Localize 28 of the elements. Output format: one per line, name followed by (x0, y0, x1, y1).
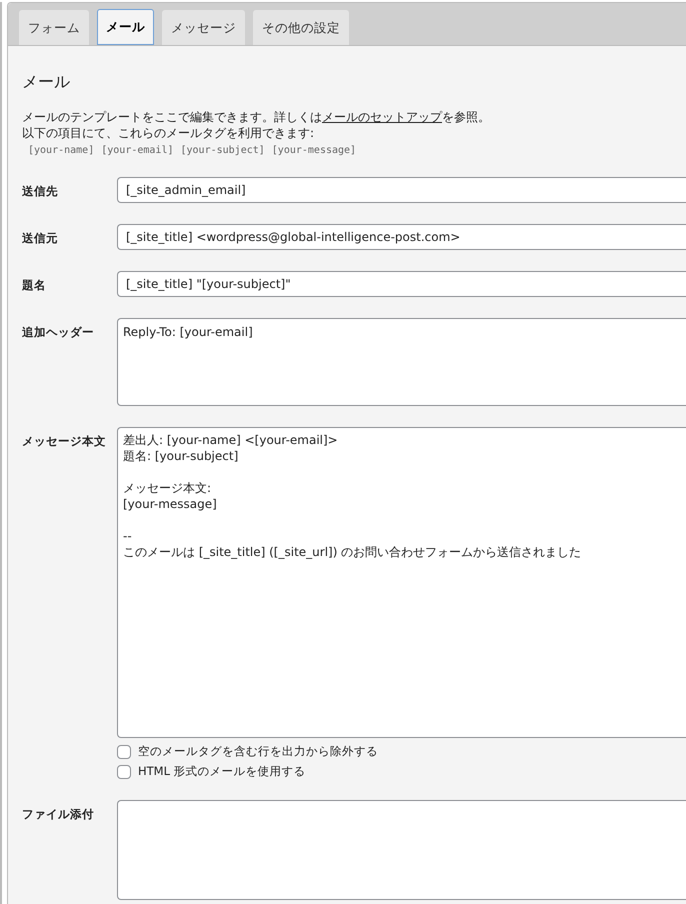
input-field[interactable]: [_site_title] <wordpress@global-intelligence-post.com> (117, 224, 686, 250)
tags-note: 以下の項目にて、これらのメールタグを利用できます: (22, 125, 316, 141)
tab[interactable]: メッセージ (162, 10, 245, 45)
checkbox-label: HTML 形式のメールを使用する (138, 764, 306, 779)
tab[interactable]: その他の設定 (253, 10, 349, 45)
setup-link[interactable]: メールのセットアップ (322, 110, 442, 124)
tab[interactable]: フォーム (19, 10, 89, 45)
tab[interactable]: メール (97, 9, 154, 45)
input-field[interactable]: [_site_title] "[your-subject]" (117, 271, 686, 297)
section-heading: メール (22, 72, 71, 93)
checkbox-label: 空のメールタグを含む行を出力から除外する (138, 744, 378, 759)
field-label: メッセージ本文 (22, 433, 107, 450)
input-field[interactable]: [_site_admin_email] (117, 177, 686, 203)
mail-tag: [your-email] (101, 145, 174, 156)
field-label: ファイル添付 (22, 806, 95, 823)
checkbox[interactable] (117, 764, 131, 778)
description-text: メールのテンプレートをここで編集できます。詳しくはメールのセットアップを参照。 (22, 109, 491, 125)
mail-tag: [your-subject] (180, 145, 265, 156)
textarea-field[interactable] (117, 800, 686, 900)
field-label: 送信先 (22, 183, 59, 200)
field-label: 追加ヘッダー (22, 324, 95, 341)
checkbox[interactable] (117, 744, 131, 758)
field-label: 題名 (22, 277, 47, 294)
textarea-field[interactable]: 差出人: [your-name] <[your-email]> 題名: [your-subject] メッセージ本文: [your-message] -- このメールは [_site_title] ([_site_url]) のお問い合わせフォームから送信されました (117, 427, 686, 738)
mail-tag: [your-message] (272, 145, 356, 156)
textarea-field[interactable]: Reply-To: [your-email] (117, 318, 686, 406)
field-label: 送信元 (22, 230, 59, 247)
mail-tag: [your-name] (28, 145, 94, 156)
